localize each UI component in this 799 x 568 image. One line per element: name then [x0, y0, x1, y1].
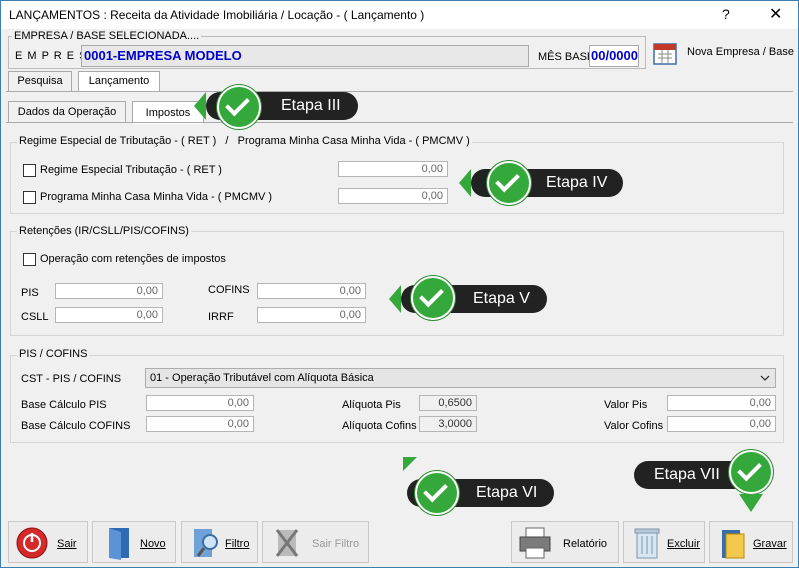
folder-save-icon [722, 530, 745, 559]
etapa3-check-icon [217, 85, 261, 129]
ret-value-field[interactable]: 0,00 [338, 161, 448, 177]
etapa3-text: Etapa III [281, 97, 341, 114]
irrf-field[interactable]: 0,00 [257, 307, 366, 323]
valor-cofins-field[interactable]: 0,00 [667, 416, 776, 432]
relatorio-label: Relatório [563, 538, 608, 550]
mes-base-label: MÊS BASE [538, 51, 595, 63]
etapa6-text: Etapa VI [476, 484, 538, 501]
window-title: LANÇAMENTOS : Receita da Atividade Imobi… [9, 8, 425, 22]
retencoes-checkbox[interactable] [23, 253, 36, 266]
etapa6-pointer [403, 457, 417, 471]
novo-button[interactable]: Novo [92, 521, 176, 563]
etapa7-check-icon [729, 450, 773, 494]
trash-icon [634, 528, 660, 559]
cst-label: CST - PIS / COFINS [21, 373, 122, 385]
calendar-icon [653, 43, 677, 65]
cst-selected-value: 01 - Operação Tributável com Alíquota Bá… [150, 372, 374, 384]
etapa4-pointer [459, 169, 471, 197]
pis-cofins-group-title: PIS / COFINS [17, 348, 90, 360]
sair-label: Sair [57, 538, 77, 550]
irrf-label: IRRF [208, 311, 234, 323]
etapa4-check-icon [487, 161, 531, 205]
etapa7-pointer [739, 494, 763, 512]
mes-base-field: 00/0000 [589, 45, 639, 67]
sair-button[interactable]: Sair [8, 521, 88, 563]
sair-filtro-button[interactable]: Sair Filtro [262, 521, 369, 563]
relatorio-button[interactable]: Relatório [511, 521, 619, 563]
excluir-button[interactable]: Excluir [623, 521, 705, 563]
nova-empresa-label: Nova Empresa / Base [687, 46, 794, 58]
close-icon[interactable]: ✕ [769, 4, 782, 24]
aliquota-pis-field: 0,6500 [419, 395, 477, 411]
etapa5-text: Etapa V [473, 290, 530, 307]
valor-pis-field[interactable]: 0,00 [667, 395, 776, 411]
etapa7-text: Etapa VII [654, 466, 720, 483]
csll-label: CSLL [21, 311, 49, 323]
base-cofins-field[interactable]: 0,00 [146, 416, 254, 432]
pmcmv-value-field[interactable]: 0,00 [338, 188, 448, 204]
cofins-label: COFINS [208, 284, 250, 296]
sub-tab-panel [6, 122, 793, 123]
company-group-label: EMPRESA / BASE SELECIONADA.... [12, 30, 202, 42]
power-icon [16, 527, 48, 559]
etapa5-check-icon [411, 276, 455, 320]
main-window: LANÇAMENTOS : Receita da Atividade Imobi… [0, 0, 799, 568]
tab-lancamento[interactable]: Lançamento [78, 71, 160, 92]
pmcmv-label: Programa Minha Casa Minha Vida - ( PMCMV… [40, 191, 273, 203]
gravar-button[interactable]: Gravar [709, 521, 793, 563]
ret-group-title: Regime Especial de Tributação - ( RET ) … [17, 135, 472, 147]
tab-dados-operacao[interactable]: Dados da Operação [8, 101, 126, 123]
valor-cofins-label: Valor Cofins [604, 420, 664, 432]
aliquota-pis-label: Alíquota Pis [342, 399, 401, 411]
chevron-down-icon [760, 375, 770, 381]
ret-label: Regime Especial Tributação - ( RET ) [40, 164, 222, 176]
retencoes-group-title: Retenções (IR/CSLL/PIS/COFINS) [17, 225, 191, 237]
cofins-field[interactable]: 0,00 [257, 283, 366, 299]
nova-empresa-button[interactable]: Nova Empresa / Base [649, 38, 795, 68]
title-bar: LANÇAMENTOS : Receita da Atividade Imobi… [1, 1, 798, 29]
pmcmv-checkbox[interactable] [23, 191, 36, 204]
sair-filtro-label: Sair Filtro [312, 538, 360, 550]
etapa6-check-icon [415, 471, 459, 515]
empresa-field: 0001-EMPRESA MODELO [81, 45, 529, 67]
filtro-button[interactable]: Filtro [181, 521, 258, 563]
clear-filter-icon [275, 529, 299, 557]
base-pis-label: Base Cálculo PIS [21, 399, 107, 411]
aliquota-cofins-field: 3,0000 [419, 416, 477, 432]
base-pis-field[interactable]: 0,00 [146, 395, 254, 411]
help-icon[interactable]: ? [722, 6, 730, 22]
gravar-label: Gravar [753, 538, 787, 550]
aliquota-cofins-label: Alíquota Cofins [342, 420, 417, 432]
cst-select[interactable]: 01 - Operação Tributável com Alíquota Bá… [145, 368, 776, 388]
filtro-label: Filtro [225, 538, 250, 550]
retencoes-checkbox-label: Operação com retenções de impostos [40, 253, 226, 265]
pis-field[interactable]: 0,00 [55, 283, 163, 299]
tab-pesquisa[interactable]: Pesquisa [8, 71, 72, 92]
empresa-value: 0001-EMPRESA MODELO [84, 48, 242, 63]
etapa4-text: Etapa IV [546, 174, 608, 191]
door-icon [109, 528, 129, 560]
filter-search-icon [194, 529, 218, 557]
etapa3-pointer [194, 92, 206, 120]
novo-label: Novo [140, 538, 166, 550]
valor-pis-label: Valor Pis [604, 399, 648, 411]
mes-base-value: 00/0000 [591, 48, 638, 63]
base-cofins-label: Base Cálculo COFINS [21, 420, 131, 432]
etapa5-pointer [389, 285, 401, 313]
csll-field[interactable]: 0,00 [55, 307, 163, 323]
pis-label: PIS [21, 287, 39, 299]
ret-checkbox[interactable] [23, 164, 36, 177]
printer-icon [519, 527, 551, 559]
excluir-label: Excluir [667, 538, 701, 550]
